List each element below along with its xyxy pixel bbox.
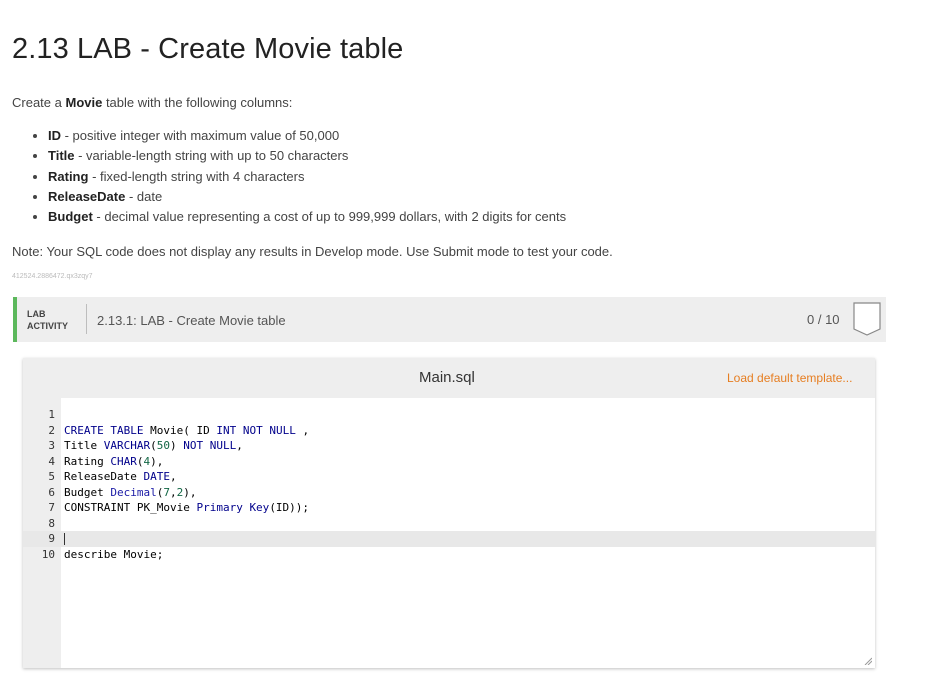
code-line[interactable]: 2 CREATE TABLE Movie( ID INT NOT NULL ,	[23, 423, 875, 439]
lab-header: LAB ACTIVITY 2.13.1: LAB - Create Movie …	[13, 297, 886, 342]
line-text: ReleaseDate DATE,	[64, 470, 177, 483]
badge-icon	[853, 302, 881, 336]
column-name: Budget	[48, 209, 93, 225]
column-desc: - variable-length string with up to 50 c…	[74, 148, 349, 164]
code-line[interactable]: 3 Title VARCHAR(50) NOT NULL,	[23, 438, 875, 454]
line-number: 10	[41, 547, 55, 561]
line-text: Rating CHAR(4),	[64, 454, 164, 468]
list-item: ReleaseDate - date	[48, 187, 566, 207]
editor-header: Main.sql Load default template...	[23, 358, 875, 398]
activity-id: 412524.2886472.qx3zqy7	[12, 273, 93, 280]
column-desc: - fixed-length string with 4 characters	[88, 168, 305, 184]
line-number: 6	[48, 485, 55, 499]
divider	[86, 304, 87, 334]
column-name: Title	[48, 148, 75, 164]
intro-prefix: Create a	[12, 95, 66, 110]
lab-name: 2.13.1: LAB - Create Movie table	[97, 313, 286, 328]
line-text: describe Movie;	[64, 547, 164, 561]
line-number: 8	[48, 516, 55, 530]
code-line[interactable]: 1	[23, 407, 875, 423]
line-text: CONSTRAINT PK_Movie Primary Key(ID));	[64, 501, 310, 514]
filename: Main.sql	[419, 369, 475, 386]
list-item: Title - variable-length string with up t…	[48, 146, 566, 166]
column-list: ID - positive integer with maximum value…	[30, 126, 566, 227]
lab-tag: LAB ACTIVITY	[27, 308, 68, 332]
code-editor[interactable]: Main.sql Load default template... 1 2 CRE…	[23, 358, 875, 668]
intro-text: Create a Movie table with the following …	[12, 95, 292, 110]
lab-tag-line2: ACTIVITY	[27, 321, 69, 331]
code-line[interactable]: 4 Rating CHAR(4),	[23, 454, 875, 470]
line-number: 3	[48, 439, 55, 452]
code-line[interactable]: 7 CONSTRAINT PK_Movie Primary Key(ID));	[23, 500, 875, 516]
line-text: CREATE TABLE Movie( ID INT NOT NULL ,	[64, 423, 310, 437]
line-number: 1	[48, 408, 55, 421]
code-area[interactable]: 1 2 CREATE TABLE Movie( ID INT NOT NULL ,…	[23, 407, 875, 562]
column-desc: - positive integer with maximum value of…	[61, 128, 340, 143]
column-name: ID	[48, 128, 61, 143]
page-title: 2.13 LAB - Create Movie table	[12, 33, 404, 65]
column-name: ReleaseDate	[48, 188, 126, 204]
intro-suffix: table with the following columns:	[102, 95, 293, 110]
column-desc: - decimal value representing a cost of u…	[92, 209, 567, 225]
line-number: 9	[48, 532, 55, 545]
code-line[interactable]: 6 Budget Decimal(7,2),	[23, 485, 875, 501]
code-line[interactable]: 10 describe Movie;	[23, 547, 875, 563]
column-name: Rating	[48, 168, 89, 184]
code-line[interactable]: 8	[23, 516, 875, 532]
list-item: ID - positive integer with maximum value…	[48, 126, 566, 146]
lab-tag-line1: LAB	[27, 309, 46, 319]
line-text: Budget Decimal(7,2),	[64, 485, 197, 499]
text-cursor	[64, 533, 65, 545]
code-line-active[interactable]: 9	[23, 531, 875, 547]
line-number: 5	[48, 470, 55, 483]
intro-bold: Movie	[65, 95, 103, 110]
load-default-template-link[interactable]: Load default template...	[727, 371, 852, 385]
resize-handle-icon[interactable]	[864, 657, 872, 665]
line-text: Title VARCHAR(50) NOT NULL,	[64, 439, 243, 452]
column-desc: - date	[125, 188, 163, 204]
score-text: 0 / 10	[807, 312, 840, 327]
lab-activity: LAB ACTIVITY 2.13.1: LAB - Create Movie …	[13, 297, 886, 689]
code-line[interactable]: 5 ReleaseDate DATE,	[23, 469, 875, 485]
line-number: 2	[48, 423, 55, 437]
note-text: Note: Your SQL code does not display any…	[12, 244, 613, 259]
list-item: Budget - decimal value representing a co…	[48, 207, 566, 227]
line-number: 7	[48, 501, 55, 514]
list-item: Rating - fixed-length string with 4 char…	[48, 167, 566, 187]
line-number: 4	[48, 454, 55, 468]
